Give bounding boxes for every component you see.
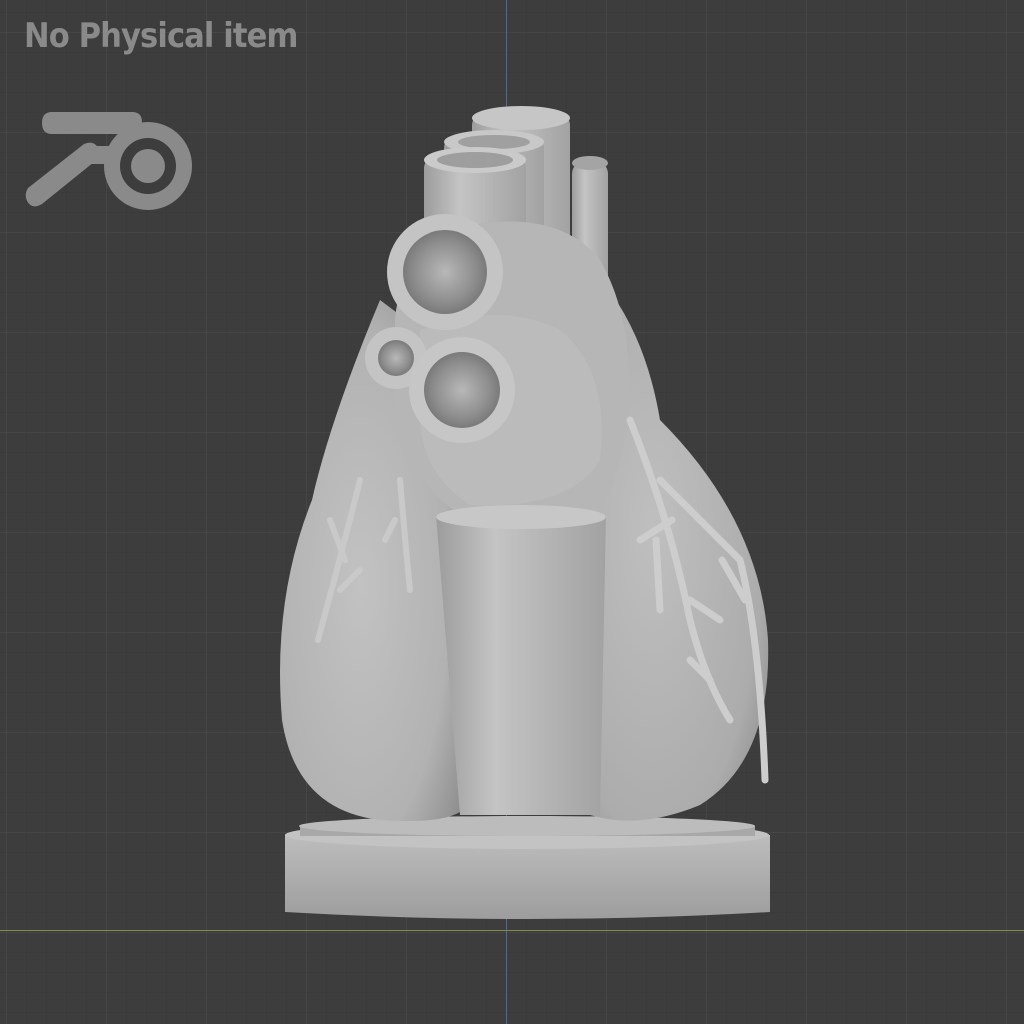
heart-model-icon[interactable] <box>0 0 1024 1024</box>
3d-viewport[interactable]: No Physical item <box>0 0 1024 1024</box>
